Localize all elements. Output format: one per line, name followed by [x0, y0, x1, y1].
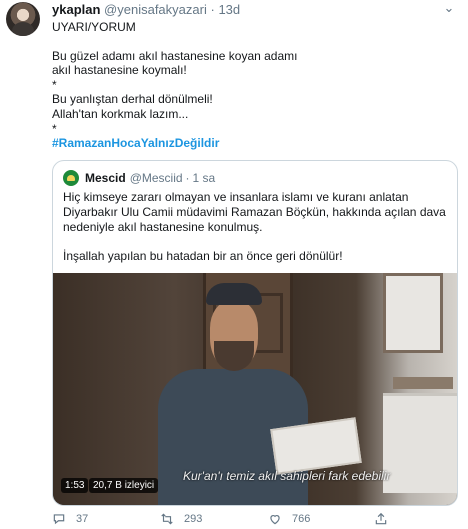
reply-button[interactable]: 37 — [52, 510, 88, 528]
tweet-line: Bu yanlıştan derhal dönülmeli! — [52, 92, 213, 107]
hashtag-link[interactable]: #RamazanHocaYalnızDeğildir — [52, 136, 297, 151]
quoted-line: İnşallah yapılan bu hatadan bir an önce … — [63, 249, 343, 263]
like-button[interactable]: 766 — [268, 510, 310, 528]
quoted-author-handle[interactable]: @Mesciid — [130, 171, 183, 185]
quoted-author-name[interactable]: Mescid — [85, 171, 126, 185]
retweet-button[interactable]: 293 — [160, 510, 202, 528]
header-separator: · — [210, 2, 215, 17]
share-button[interactable] — [374, 510, 398, 528]
tweet-line — [52, 35, 297, 49]
video-views-badge: 20,7 B izleyici — [89, 478, 159, 493]
tweet-line: UYARI/YORUM — [52, 20, 136, 34]
video-subtitle: Kur'an'ı temiz akıl sahipleri fark edebi… — [183, 469, 391, 483]
person-cap — [206, 283, 262, 305]
tweet-line: Allah'tan korkmak lazım... — [52, 106, 189, 121]
quoted-tweet-timestamp[interactable]: 1 sa — [193, 171, 216, 185]
quoted-line: Hiç kimseye zararı olmayan ve insanlara … — [63, 190, 409, 204]
share-icon — [375, 512, 387, 525]
tweet-header: ykaplan @yenisafakyazari · 13d — [52, 2, 240, 17]
retweet-count: 293 — [184, 513, 203, 525]
chevron-down-icon[interactable]: ⌄ — [440, 0, 458, 18]
video-window — [383, 273, 443, 353]
quoted-tweet[interactable]: Mescid @Mesciid · 1 sa Hiç kimseye zarar… — [52, 160, 458, 506]
like-count: 766 — [292, 513, 311, 525]
tweet-text: UYARI/YORUM Bu güzel adamı akıl hastanes… — [52, 20, 297, 151]
quoted-header-separator: · — [185, 171, 190, 185]
retweet-icon — [161, 513, 173, 525]
reply-count: 37 — [76, 513, 89, 525]
quoted-line — [63, 235, 446, 249]
avatar[interactable] — [6, 2, 40, 36]
tweet-actions: 37 293 766 — [52, 510, 452, 528]
quoted-tweet-header: Mescid @Mesciid · 1 sa — [63, 170, 218, 186]
author-name[interactable]: ykaplan — [52, 2, 100, 17]
tweet-line: * — [52, 121, 57, 136]
video-shelf — [393, 377, 453, 389]
reply-icon — [53, 514, 65, 525]
tweet: ykaplan @yenisafakyazari · 13d ⌄ UYARI/Y… — [0, 0, 468, 529]
person-beard — [214, 341, 254, 371]
mosque-logo-icon — [63, 170, 79, 186]
quoted-line: Diyarbakır Ulu Camii müdavimi Ramazan Bö… — [63, 205, 446, 219]
tweet-line: * — [52, 77, 57, 92]
video-duration-badge: 1:53 — [61, 478, 89, 493]
like-icon — [270, 515, 280, 525]
tweet-line: akıl hastanesine koymalı! — [52, 63, 187, 78]
quoted-line: nedeniyle akıl hastanesine konulmuş. — [63, 220, 263, 234]
tweet-timestamp[interactable]: 13d — [218, 2, 240, 17]
quoted-tweet-text: Hiç kimseye zararı olmayan ve insanlara … — [63, 190, 446, 264]
video-player[interactable]: Kur'an'ı temiz akıl sahipleri fark edebi… — [53, 273, 457, 505]
tweet-line: Bu güzel adamı akıl hastanesine koyan ad… — [52, 48, 298, 63]
author-handle[interactable]: @yenisafakyazari — [104, 2, 207, 17]
video-heater — [383, 393, 457, 493]
